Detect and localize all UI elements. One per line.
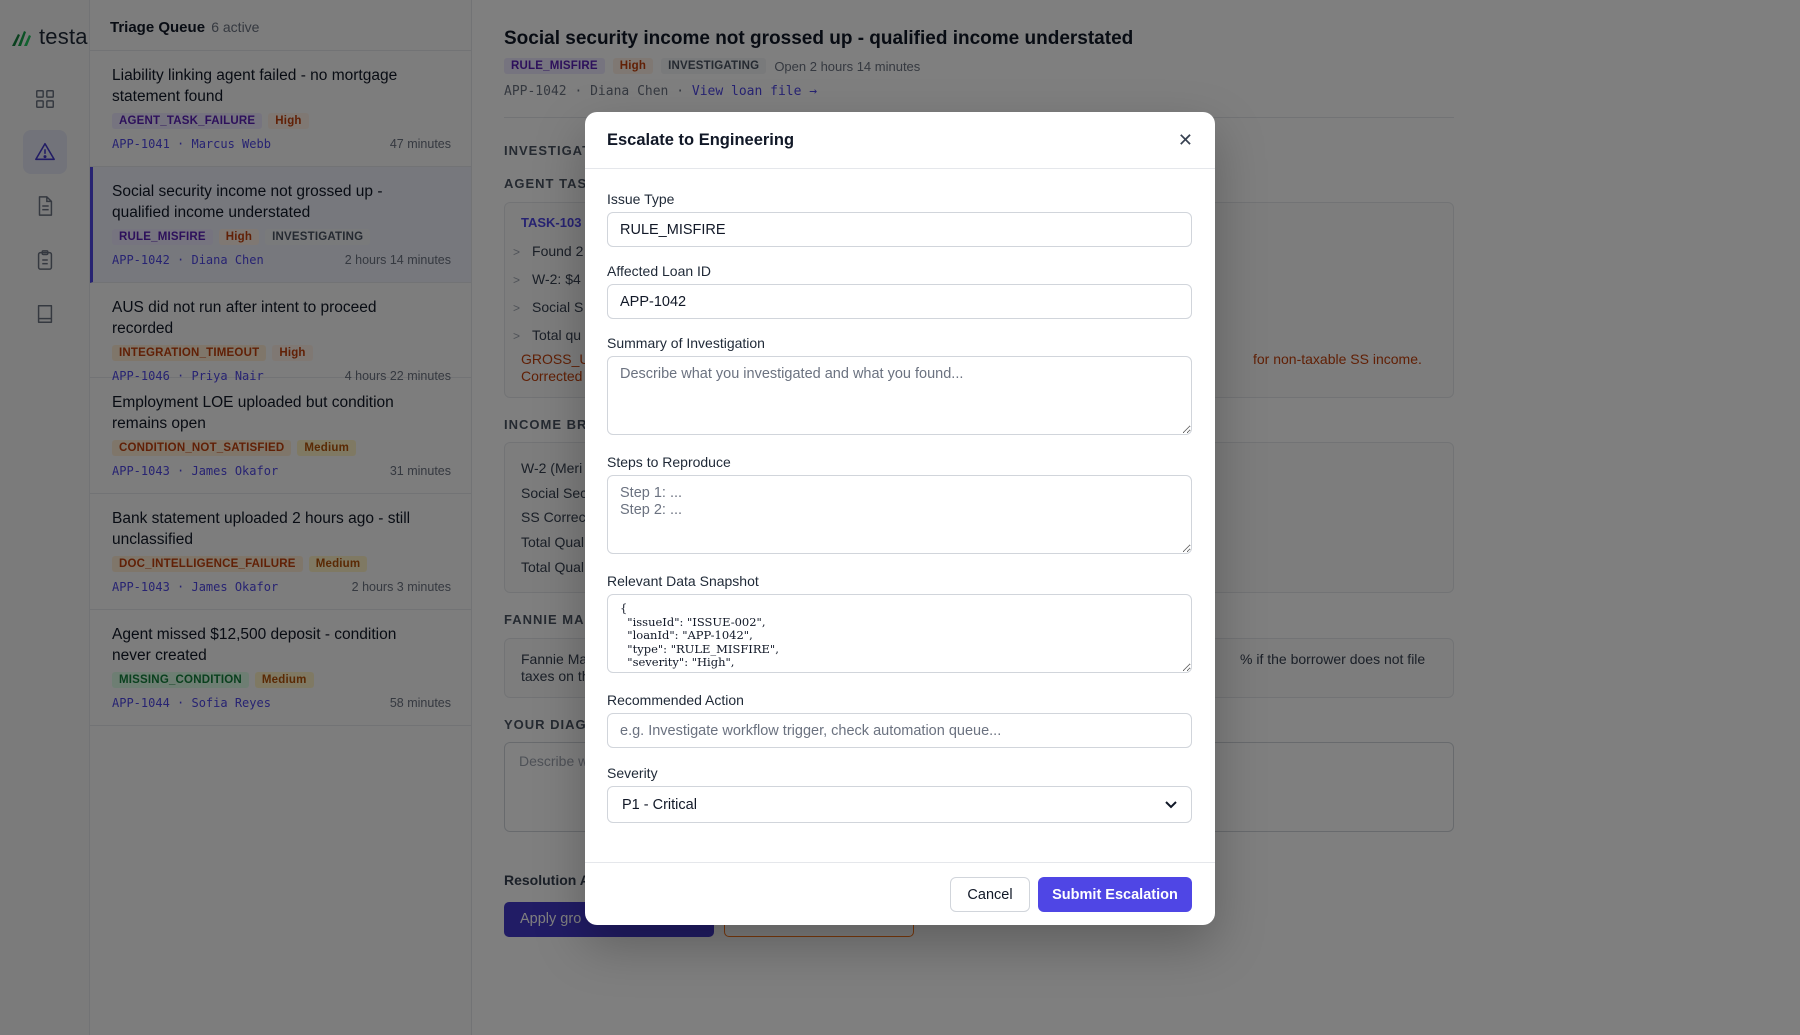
- escalate-modal: Escalate to Engineering ✕ Issue Type Aff…: [585, 112, 1215, 925]
- cancel-button[interactable]: Cancel: [950, 877, 1030, 912]
- steps-label: Steps to Reproduce: [607, 454, 731, 470]
- summary-label: Summary of Investigation: [607, 335, 765, 351]
- submit-escalation-button[interactable]: Submit Escalation: [1038, 877, 1192, 912]
- severity-label: Severity: [607, 765, 658, 781]
- summary-textarea[interactable]: [607, 356, 1192, 435]
- loan-id-field[interactable]: [607, 284, 1192, 319]
- steps-textarea[interactable]: [607, 475, 1192, 554]
- issue-type-label: Issue Type: [607, 191, 675, 207]
- modal-footer: Cancel Submit Escalation: [585, 862, 1215, 925]
- data-snapshot-textarea[interactable]: { "issueId": "ISSUE-002", "loanId": "APP…: [607, 594, 1192, 673]
- severity-selected-value: P1 - Critical: [622, 796, 697, 813]
- snapshot-label: Relevant Data Snapshot: [607, 573, 759, 589]
- issue-type-field[interactable]: [607, 212, 1192, 247]
- modal-title: Escalate to Engineering: [607, 130, 795, 149]
- severity-select[interactable]: P1 - Critical: [607, 786, 1192, 823]
- loan-id-label: Affected Loan ID: [607, 263, 712, 279]
- close-icon[interactable]: ✕: [1178, 130, 1193, 151]
- chevron-down-icon: [1165, 800, 1177, 808]
- recommended-action-field[interactable]: [607, 713, 1192, 748]
- action-label: Recommended Action: [607, 692, 744, 708]
